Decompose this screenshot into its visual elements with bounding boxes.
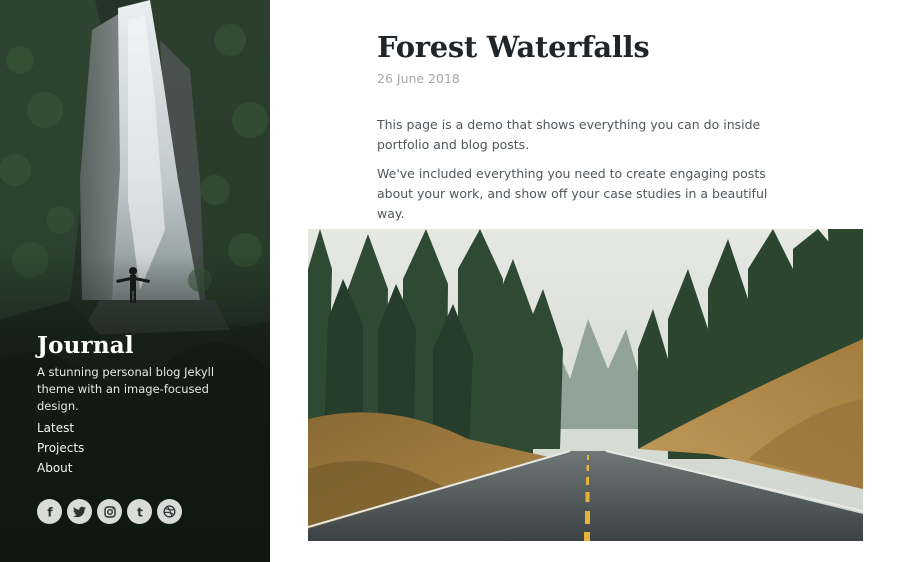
facebook-link[interactable]: f	[37, 499, 62, 524]
post-title: Forest Waterfalls	[377, 30, 650, 64]
instagram-icon	[103, 505, 116, 518]
sidebar-nav: Latest Projects About	[37, 418, 84, 478]
post-body: This page is a demo that shows everythin…	[377, 115, 787, 233]
svg-text:f: f	[47, 506, 53, 518]
svg-text:t: t	[137, 506, 143, 518]
tumblr-icon: t	[137, 506, 143, 518]
nav-link-latest[interactable]: Latest	[37, 418, 84, 438]
nav-link-about[interactable]: About	[37, 458, 84, 478]
twitter-icon	[73, 506, 86, 517]
forest-road-photo	[308, 229, 863, 541]
post-content: Forest Waterfalls 26 June 2018 This page…	[270, 0, 900, 562]
post-paragraph: We've included everything you need to cr…	[377, 166, 768, 221]
facebook-icon: f	[47, 506, 53, 518]
sidebar: Journal A stunning personal blog Jekyll …	[0, 0, 270, 562]
social-links: f t	[37, 499, 182, 524]
post-paragraph: This page is a demo that shows everythin…	[377, 117, 761, 152]
site-title[interactable]: Journal	[37, 332, 134, 359]
hero-image	[308, 229, 863, 541]
post-date: 26 June 2018	[377, 71, 460, 86]
twitter-link[interactable]	[67, 499, 92, 524]
nav-link-projects[interactable]: Projects	[37, 438, 84, 458]
dribbble-icon	[163, 505, 176, 518]
dribbble-link[interactable]	[157, 499, 182, 524]
tumblr-link[interactable]: t	[127, 499, 152, 524]
site-description: A stunning personal blog Jekyll theme wi…	[37, 365, 215, 413]
instagram-link[interactable]	[97, 499, 122, 524]
